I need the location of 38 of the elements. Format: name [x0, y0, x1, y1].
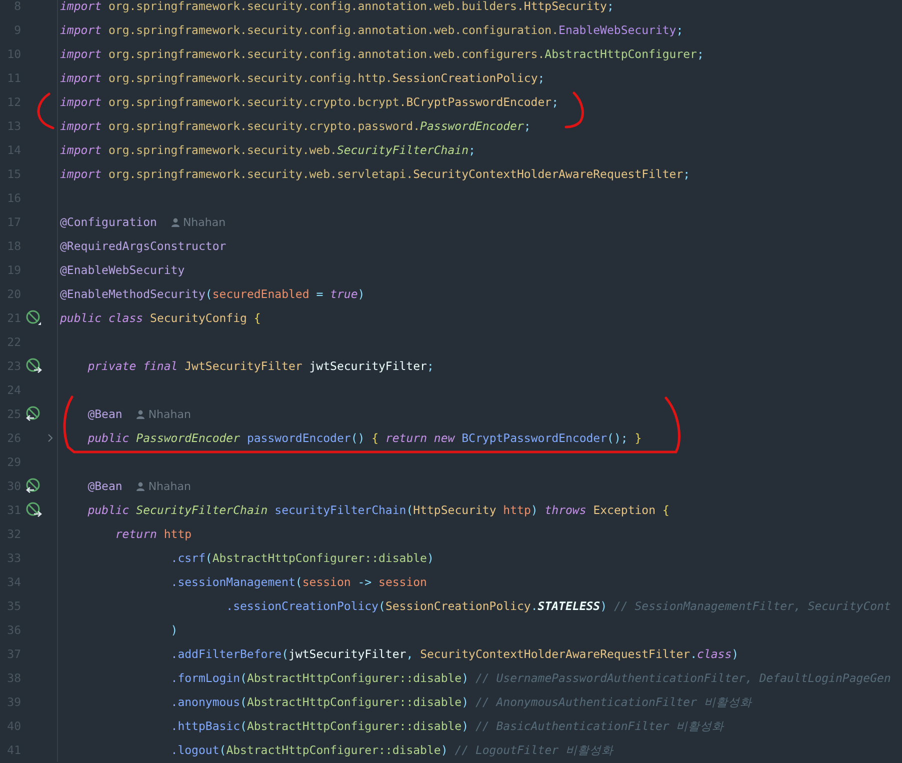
person-icon: [136, 410, 146, 418]
code-line: public SecurityFilterChain securityFilterChain(HttpSecurity http) throws Exception {: [86, 502, 670, 519]
code-line: import org.springframework.security.config.annotation.web.configuration.EnableWebSecurity;: [60, 22, 684, 39]
code-line: @EnableMethodSecurity(securedEnabled = true): [60, 286, 365, 303]
code-line: @EnableWebSecurity: [60, 262, 185, 279]
bracket-mark: [37, 92, 54, 130]
code-line: import org.springframework.security.web.SecurityFilterChain;: [60, 142, 476, 159]
code-line: return http: [114, 526, 192, 543]
person-icon: [170, 218, 180, 226]
code-line: .sessionManagement(session -> session: [170, 574, 427, 591]
code-line: ): [170, 622, 178, 639]
code-line: import org.springframework.security.config.annotation.web.configurers.AbstractHttpConfigurer;: [60, 46, 704, 63]
code-line: .csrf(AbstractHttpConfigurer::disable): [170, 550, 434, 567]
code-line: import org.springframework.security.crypto.password.PasswordEncoder;: [60, 118, 531, 135]
code-line: import org.springframework.security.config.http.SessionCreationPolicy;: [60, 70, 545, 87]
code-line: @RequiredArgsConstructor: [60, 238, 226, 255]
code-line: private final JwtSecurityFilter jwtSecurityFilter;: [86, 358, 434, 375]
code-line: .addFilterBefore(jwtSecurityFilter, SecurityContextHolderAwareRequestFilter.class): [170, 646, 739, 663]
code-line: @Configuration: [60, 214, 157, 231]
person-icon: [136, 482, 146, 490]
code-line: .httpBasic(AbstractHttpConfigurer::disable) // BasicAuthenticationFilter 비활성화: [170, 718, 724, 735]
code-line: import org.springframework.security.config.annotation.web.builders.HttpSecurity;: [60, 0, 614, 15]
circle-slash-icon[interactable]: [26, 310, 42, 326]
code-line: .formLogin(AbstractHttpConfigurer::disable) // UsernamePasswordAuthenticationFilter, DefaultLoginPageGen: [170, 670, 891, 687]
code-line: public class SecurityConfig {: [60, 310, 261, 327]
code-line: .anonymous(AbstractHttpConfigurer::disable) // AnonymousAuthenticationFilter 비활성화: [170, 694, 752, 711]
bracket-mark: [564, 92, 584, 128]
code-line: import org.springframework.security.crypto.bcrypt.BCryptPasswordEncoder;: [60, 94, 559, 111]
code-line: public PasswordEncoder passwordEncoder() { return new BCryptPasswordEncoder(); }: [86, 430, 642, 447]
author-name[interactable]: Nhahan: [148, 408, 191, 420]
code-line: .sessionCreationPolicy(SessionCreationPolicy.STATELESS) // SessionManagementFilter, SecurityCont: [225, 598, 891, 615]
code-line: @Bean: [86, 478, 122, 495]
chevron-icon[interactable]: [48, 434, 53, 442]
code-line: .logout(AbstractHttpConfigurer::disable) // LogoutFilter 비활성화: [170, 742, 614, 759]
code-line: @Bean: [86, 406, 122, 423]
author-name[interactable]: Nhahan: [182, 216, 226, 228]
author-name[interactable]: Nhahan: [148, 480, 191, 492]
code-line: import org.springframework.security.web.servletapi.SecurityContextHolderAwareRequestFilter;: [60, 166, 690, 183]
